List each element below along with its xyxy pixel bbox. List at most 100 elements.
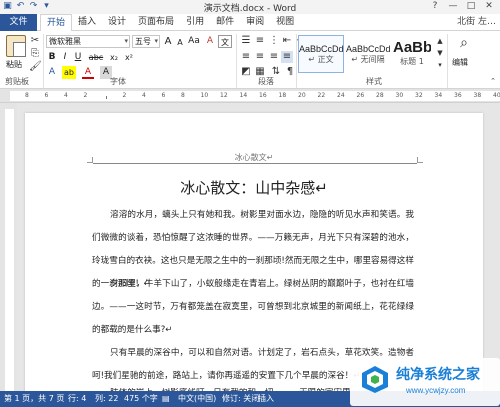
- tab-insert[interactable]: 插入: [72, 14, 102, 31]
- group-label-paragraph: 段落: [258, 77, 274, 86]
- group-separator: [43, 34, 44, 88]
- align-center-icon[interactable]: ≡: [254, 51, 266, 63]
- paragraph[interactable]: 夕阳里，牛羊下山了，小蚁般缘走在青岩上。绿树丛阴的巅巅叶子，也衬在红墙边。——一…: [92, 273, 414, 342]
- align-right-icon[interactable]: ≡: [268, 51, 280, 63]
- ruler-number: 10: [200, 92, 209, 99]
- bold-button[interactable]: B: [46, 51, 58, 64]
- page-header[interactable]: 冰心散文↵: [25, 152, 483, 163]
- tab-design[interactable]: 设计: [102, 14, 132, 31]
- status-column[interactable]: 列: 22: [95, 391, 118, 407]
- help-button[interactable]: ?: [426, 0, 444, 13]
- horizontal-ruler[interactable]: 8 6 4 2 2 4 6 8 10 12 14 16 18 20 22 24 26 28 30 32 34 36 38 40: [0, 89, 500, 103]
- ruler-number: 26: [356, 92, 365, 99]
- window-controls: ? — □ ✕: [426, 0, 498, 13]
- multilevel-list-icon[interactable]: ⋮: [268, 35, 280, 47]
- status-insert-mode[interactable]: 插入: [258, 391, 274, 407]
- ruler-number: 36: [454, 92, 462, 99]
- window-title: 演示文档.docx - Word: [203, 4, 297, 14]
- ribbon-home: 粘贴 ✂ ⎘ 🖌 剪贴板 微软雅黑 ▾ 五号 ▾ A A Aa A 文 B I U …: [0, 31, 500, 89]
- tab-file[interactable]: 文件: [0, 14, 37, 31]
- status-word-count[interactable]: 475 个字: [124, 391, 158, 407]
- numbering-icon[interactable]: ≡: [254, 35, 266, 47]
- tab-page-layout[interactable]: 页面布局: [132, 14, 180, 31]
- watermark-logo-icon: [362, 366, 388, 393]
- underline-button[interactable]: U: [72, 51, 84, 64]
- style-normal[interactable]: AaBbCcDd ↵ 正文: [298, 35, 344, 73]
- close-button[interactable]: ✕: [480, 0, 498, 13]
- status-track-changes[interactable]: 修订: 关闭: [222, 391, 259, 407]
- group-label-styles: 样式: [366, 77, 382, 86]
- tab-view[interactable]: 视图: [270, 14, 300, 31]
- group-label-clipboard: 剪贴板: [5, 77, 29, 86]
- font-color-button[interactable]: A: [82, 66, 94, 79]
- ruler-number: 4: [64, 92, 68, 99]
- style-heading-1[interactable]: AaBb 标题 1: [392, 35, 432, 73]
- show-marks-icon[interactable]: ¶: [284, 66, 296, 78]
- ruler-number: 16: [259, 92, 267, 99]
- document-title[interactable]: 冰心散文：山中杂感↵: [25, 177, 483, 198]
- highlight-button[interactable]: ab: [62, 66, 76, 79]
- justify-icon[interactable]: ≡: [281, 51, 293, 63]
- decrease-indent-icon[interactable]: ⇤: [281, 35, 293, 47]
- ruler-number: 22: [317, 92, 326, 99]
- document-page[interactable]: 冰心散文↵ 冰心散文：山中杂感↵ 溶溶的水月，螭头上只有她和我。树影里对面水边，…: [25, 113, 483, 398]
- bullets-icon[interactable]: ☰: [240, 35, 252, 47]
- font-name-combo[interactable]: 微软雅黑 ▾: [46, 35, 130, 48]
- header-divider: [93, 163, 417, 164]
- ruler-number: 8: [181, 92, 185, 99]
- styles-scroll-up-icon[interactable]: ▲: [434, 35, 446, 47]
- find-icon[interactable]: ⌕: [456, 36, 472, 53]
- site-watermark: 纯净系统之家 www.ycwjzy.com: [350, 358, 500, 406]
- minimize-button[interactable]: —: [444, 0, 462, 13]
- ruler-number: 28: [376, 92, 384, 99]
- ribbon-tabs: 文件 开始 插入 设计 页面布局 引用 邮件 审阅 视图 北街 左…: [0, 14, 500, 32]
- watermark-url: www.ycwjzy.com: [406, 386, 466, 395]
- tab-references[interactable]: 引用: [180, 14, 210, 31]
- ruler-number: 24: [337, 92, 345, 99]
- status-language[interactable]: 中文(中国): [178, 391, 216, 407]
- grow-font-button[interactable]: A: [162, 35, 174, 48]
- tab-home[interactable]: 开始: [40, 14, 73, 32]
- superscript-button[interactable]: x²: [122, 51, 136, 64]
- collapse-ribbon-icon[interactable]: ⌃: [487, 75, 499, 87]
- tab-review[interactable]: 审阅: [240, 14, 270, 31]
- vertical-ruler[interactable]: [0, 103, 17, 391]
- group-separator: [236, 34, 237, 88]
- style-no-spacing[interactable]: AaBbCcDd ↵ 无间隔: [345, 35, 391, 73]
- tab-mailings[interactable]: 邮件: [210, 14, 240, 31]
- text-effects-button[interactable]: A: [46, 66, 58, 79]
- ruler-number: 2: [122, 92, 127, 99]
- change-case-button[interactable]: Aa: [186, 35, 202, 48]
- font-size-combo[interactable]: 五号 ▾: [132, 35, 160, 48]
- cut-icon[interactable]: ✂: [29, 35, 41, 47]
- ruler-tick: [106, 96, 107, 99]
- subscript-button[interactable]: x₂: [107, 51, 121, 64]
- ruler-number: 18: [278, 92, 287, 99]
- status-line[interactable]: 行: 4: [68, 391, 86, 407]
- styles-more-icon[interactable]: ▾: [434, 59, 446, 71]
- ruler-number: 6: [161, 92, 166, 99]
- copy-icon[interactable]: ⎘: [29, 48, 41, 60]
- phonetic-button[interactable]: 文: [218, 35, 232, 48]
- status-page[interactable]: 第 1 页，共 7 页: [4, 391, 64, 407]
- ruler-number: 38: [473, 92, 482, 99]
- maximize-button[interactable]: □: [462, 0, 480, 13]
- document-canvas: 冰心散文↵ 冰心散文：山中杂感↵ 溶溶的水月，螭头上只有她和我。树影里对面水边，…: [17, 103, 500, 398]
- styles-scroll-down-icon[interactable]: ▼: [434, 47, 446, 59]
- clear-format-button[interactable]: A: [204, 35, 216, 48]
- shading-icon[interactable]: ◩: [240, 66, 252, 78]
- status-proofing-icon[interactable]: ▤: [162, 391, 170, 407]
- ruler-number: 6: [44, 92, 49, 99]
- watermark-title: 纯净系统之家: [396, 367, 480, 383]
- ruler-number: 14: [239, 92, 248, 99]
- group-separator: [296, 34, 297, 88]
- paste-button-label[interactable]: 粘贴: [6, 59, 22, 70]
- format-painter-icon[interactable]: 🖌: [29, 61, 42, 73]
- italic-button[interactable]: I: [59, 51, 71, 64]
- shrink-font-button[interactable]: A: [174, 36, 186, 49]
- paste-icon[interactable]: [6, 35, 26, 57]
- user-account[interactable]: 北街 左…: [457, 14, 496, 31]
- strikethrough-button[interactable]: abc: [87, 51, 105, 64]
- align-left-icon[interactable]: ≡: [240, 51, 252, 63]
- editing-button[interactable]: 编辑: [452, 57, 468, 68]
